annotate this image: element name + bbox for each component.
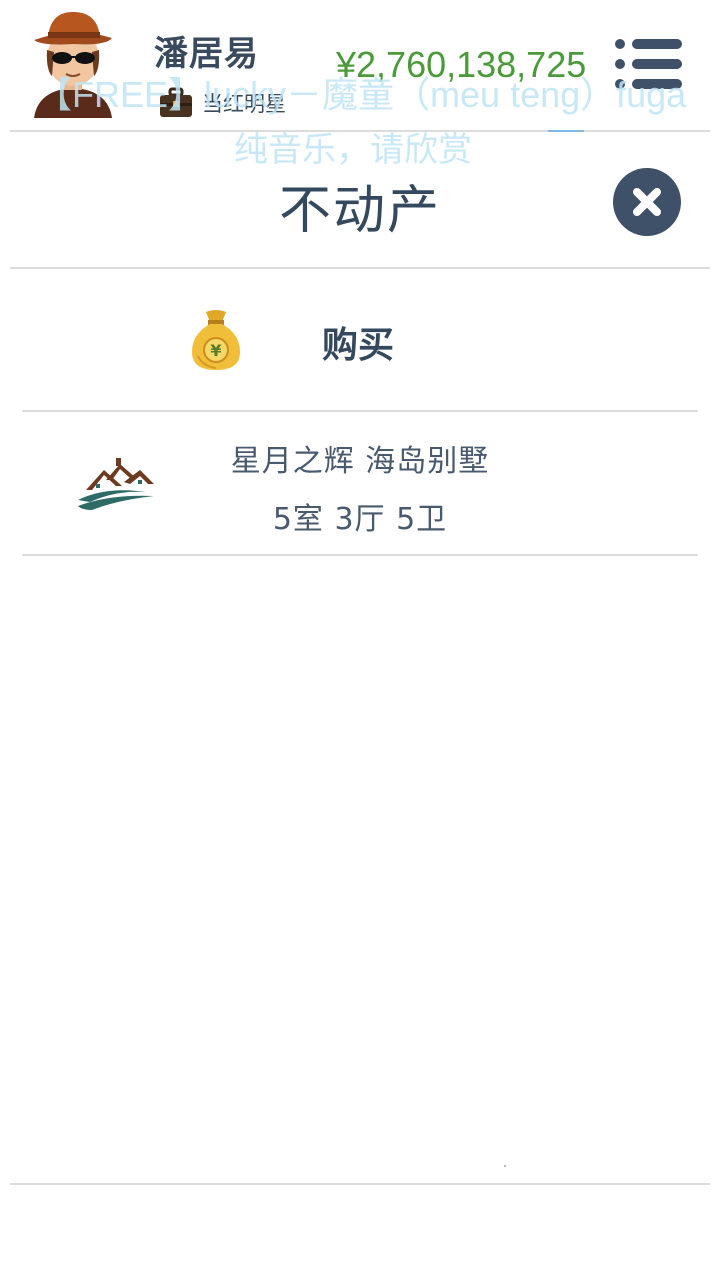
svg-text:¥: ¥ bbox=[210, 341, 221, 360]
music-overlay-underline bbox=[548, 130, 584, 132]
title-divider bbox=[10, 267, 710, 269]
buy-button[interactable]: ¥ 购买 bbox=[22, 270, 698, 410]
close-icon bbox=[633, 188, 661, 216]
music-overlay-song: 【FREE】lucky－魔童（meu teng）fuga bbox=[36, 74, 687, 115]
stray-dot bbox=[504, 1165, 506, 1167]
buy-label: 购买 bbox=[322, 325, 395, 366]
property-item[interactable]: 星月之辉 海岛别墅 5室 3厅 5卫 bbox=[22, 412, 698, 554]
close-button[interactable] bbox=[613, 168, 681, 236]
property-rooms: 5室 3厅 5卫 bbox=[272, 502, 448, 537]
property-divider bbox=[22, 554, 698, 556]
music-overlay-subtitle: 纯音乐，请欣赏 bbox=[234, 130, 472, 170]
money-bag-icon: ¥ bbox=[192, 310, 240, 370]
dialog-title: 不动产 bbox=[278, 181, 441, 241]
property-name: 星月之辉 海岛别墅 bbox=[230, 444, 490, 479]
footer-divider bbox=[10, 1183, 710, 1185]
